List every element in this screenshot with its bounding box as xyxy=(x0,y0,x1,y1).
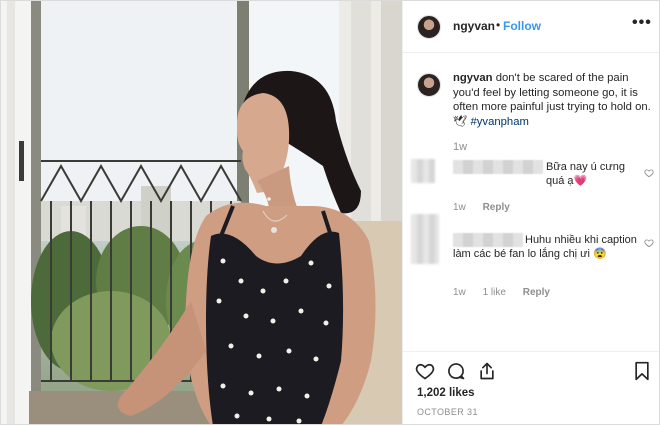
comment-timestamp[interactable]: 1w xyxy=(453,202,466,213)
bookmark-icon[interactable] xyxy=(632,361,652,381)
post-date[interactable]: OCTOBER 31 xyxy=(417,407,478,417)
caption-username[interactable]: ngyvan xyxy=(453,72,493,84)
post-header: ngyvan • Follow ••• xyxy=(403,1,659,53)
caption-text-block: ngyvan don't be scared of the pain you'd… xyxy=(453,71,653,129)
reply-button[interactable]: Reply xyxy=(483,202,510,213)
comment-text: Bữa nay ú cưng quá ạ💗 xyxy=(546,161,625,187)
avatar[interactable] xyxy=(417,15,441,39)
post-side-panel: ngyvan • Follow ••• ngyvan don't be scar… xyxy=(402,1,659,424)
comment-likes[interactable]: 1 like xyxy=(483,287,506,298)
post-actions: 1,202 likes OCTOBER 31 xyxy=(403,351,659,424)
header-username[interactable]: ngyvan xyxy=(453,19,495,33)
comment-text: Huhu nhiều khi caption làm các bé fan lo… xyxy=(453,234,637,260)
caption-hashtag[interactable]: #yvanpham xyxy=(470,116,528,128)
comment-icon[interactable] xyxy=(446,361,466,381)
caption-timestamp[interactable]: 1w xyxy=(453,141,467,153)
more-options-icon[interactable]: ••• xyxy=(632,14,652,32)
comment-like-icon[interactable] xyxy=(644,238,654,248)
post-photo[interactable] xyxy=(1,1,402,424)
blurred-username xyxy=(453,160,543,174)
blurred-avatar xyxy=(411,214,439,264)
share-icon[interactable] xyxy=(477,361,497,381)
caption-avatar[interactable] xyxy=(417,73,441,97)
blurred-avatar xyxy=(411,159,435,183)
reply-button[interactable]: Reply xyxy=(523,287,550,298)
comment-meta: 1w Reply xyxy=(453,202,524,213)
likes-count[interactable]: 1,202 likes xyxy=(417,387,475,399)
comment-meta: 1w 1 like Reply xyxy=(453,287,564,298)
comment-timestamp[interactable]: 1w xyxy=(453,287,466,298)
photo-illustration xyxy=(1,1,402,424)
comment-like-icon[interactable] xyxy=(644,168,654,178)
heart-icon[interactable] xyxy=(415,361,435,381)
header-separator: • xyxy=(496,18,501,32)
follow-button[interactable]: Follow xyxy=(503,19,541,33)
instagram-post: ngyvan • Follow ••• ngyvan don't be scar… xyxy=(0,0,660,425)
